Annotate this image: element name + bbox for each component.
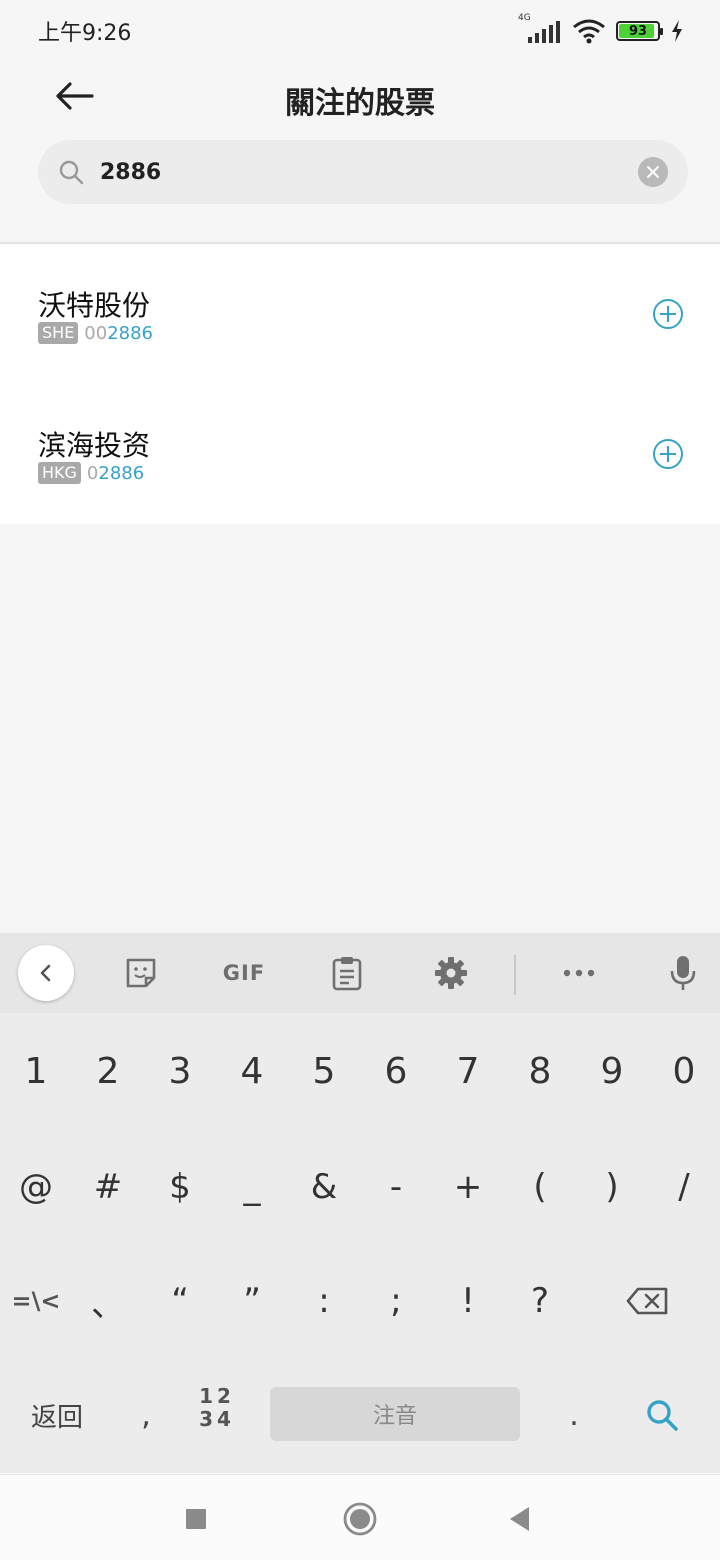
key[interactable]: &	[288, 1137, 360, 1237]
battery-level: 93	[628, 23, 648, 39]
gif-label: GIF	[222, 961, 266, 985]
number-pad-label-bottom: 34	[199, 1407, 235, 1431]
key[interactable]: $	[144, 1137, 216, 1237]
key[interactable]: 1	[0, 1021, 72, 1121]
stock-code-prefix: 00	[84, 322, 108, 344]
more-horizontal-icon	[563, 969, 595, 977]
battery-icon: 93	[616, 21, 663, 41]
space-key[interactable]: 注音	[270, 1387, 520, 1441]
soft-keyboard: GIF 1 2 3 4 5 6 7 8 9 0 @ # $ _ & - + (…	[0, 933, 720, 1473]
key[interactable]: /	[648, 1137, 720, 1237]
page-title: 關注的股票	[285, 86, 435, 121]
keyboard-row-numbers: 1 2 3 4 5 6 7 8 9 0	[0, 1021, 720, 1121]
triangle-back-icon	[510, 1507, 529, 1531]
key[interactable]: 8	[504, 1021, 576, 1121]
comma-key[interactable]: ,	[110, 1365, 182, 1465]
stock-name: 沃特股份	[38, 289, 151, 322]
stock-name: 滨海投资	[38, 429, 151, 462]
period-key[interactable]: .	[538, 1365, 610, 1465]
square-icon	[186, 1509, 206, 1529]
more-options-button[interactable]	[556, 947, 602, 999]
key[interactable]: !	[432, 1251, 504, 1351]
keyboard-toolbar: GIF	[0, 933, 720, 1013]
gif-button[interactable]: GIF	[214, 947, 274, 999]
key[interactable]: 6	[360, 1021, 432, 1121]
sticker-icon	[126, 958, 156, 988]
key[interactable]: 3	[144, 1021, 216, 1121]
app-header: 關注的股票	[0, 62, 720, 132]
key[interactable]: 5	[288, 1021, 360, 1121]
key[interactable]: 4	[216, 1021, 288, 1121]
clipboard-icon	[332, 957, 362, 991]
key[interactable]: @	[0, 1137, 72, 1237]
return-key[interactable]: 返回	[12, 1365, 102, 1465]
close-icon	[647, 166, 659, 178]
stock-code-match: 2886	[107, 322, 154, 344]
key[interactable]: 0	[648, 1021, 720, 1121]
system-nav-bar	[0, 1474, 720, 1560]
back-nav-button[interactable]	[500, 1499, 540, 1539]
gear-icon	[435, 957, 467, 989]
settings-button[interactable]	[428, 947, 474, 999]
key[interactable]: -	[360, 1137, 432, 1237]
search-icon	[59, 160, 84, 185]
home-circle-icon	[343, 1502, 377, 1536]
exchange-badge: SHE	[38, 322, 79, 344]
status-time: 上午9:26	[38, 21, 132, 46]
add-stock-button[interactable]	[652, 298, 684, 330]
exchange-badge: HKG	[38, 462, 81, 484]
stock-code-match: 2886	[98, 462, 145, 484]
collapse-toolbar-button[interactable]	[18, 945, 74, 1001]
chevron-left-icon	[40, 964, 51, 982]
recent-apps-button[interactable]	[176, 1499, 216, 1539]
toolbar-divider	[514, 955, 516, 995]
clipboard-button[interactable]	[324, 947, 370, 999]
backspace-key[interactable]	[576, 1251, 720, 1351]
number-pad-key[interactable]: 12 34	[184, 1385, 250, 1445]
more-symbols-key[interactable]: =\<	[0, 1251, 72, 1351]
key[interactable]: ;	[360, 1251, 432, 1351]
key[interactable]: ?	[504, 1251, 576, 1351]
key[interactable]: 2	[72, 1021, 144, 1121]
search-icon	[647, 1400, 678, 1431]
sticker-button[interactable]	[118, 947, 164, 999]
key[interactable]: 、	[72, 1251, 144, 1351]
status-icons: 4G 93	[516, 13, 684, 44]
voice-input-button[interactable]	[660, 947, 706, 999]
key[interactable]: 7	[432, 1021, 504, 1121]
clear-search-button[interactable]	[638, 157, 668, 187]
add-stock-button[interactable]	[652, 438, 684, 470]
home-button[interactable]	[340, 1499, 380, 1539]
keyboard-row-bottom: 返回 , 12 34 注音 .	[0, 1365, 720, 1465]
search-results-list: 沃特股份 SHE 00 2886 滨海投资 HKG 0 2886	[0, 244, 720, 524]
stock-code-prefix: 0	[86, 462, 99, 484]
key[interactable]: +	[432, 1137, 504, 1237]
key[interactable]: (	[504, 1137, 576, 1237]
key[interactable]: :	[288, 1251, 360, 1351]
keyboard-row-punctuation: =\< 、 “ ” : ; ! ?	[0, 1251, 720, 1351]
backspace-icon	[626, 1287, 668, 1315]
search-input[interactable]	[100, 159, 638, 185]
microphone-icon	[670, 956, 696, 990]
key[interactable]: “	[144, 1251, 216, 1351]
stock-meta: HKG 0 2886	[38, 462, 144, 484]
status-bar: 上午9:26 4G 93	[0, 0, 720, 62]
list-item[interactable]: 滨海投资 HKG 0 2886	[0, 384, 720, 524]
key[interactable]: )	[576, 1137, 648, 1237]
key[interactable]: ”	[216, 1251, 288, 1351]
list-item[interactable]: 沃特股份 SHE 00 2886	[0, 244, 720, 384]
key[interactable]: 9	[576, 1021, 648, 1121]
key[interactable]: _	[216, 1137, 288, 1237]
keyboard-row-symbols: @ # $ _ & - + ( ) /	[0, 1137, 720, 1237]
number-pad-label-top: 12	[199, 1384, 235, 1408]
search-key[interactable]	[626, 1385, 698, 1445]
charging-icon	[672, 20, 682, 42]
search-bar[interactable]	[38, 140, 688, 204]
stock-meta: SHE 00 2886	[38, 322, 153, 344]
key[interactable]: #	[72, 1137, 144, 1237]
cellular-signal-icon: 4G	[516, 13, 562, 43]
wifi-icon	[573, 19, 605, 44]
